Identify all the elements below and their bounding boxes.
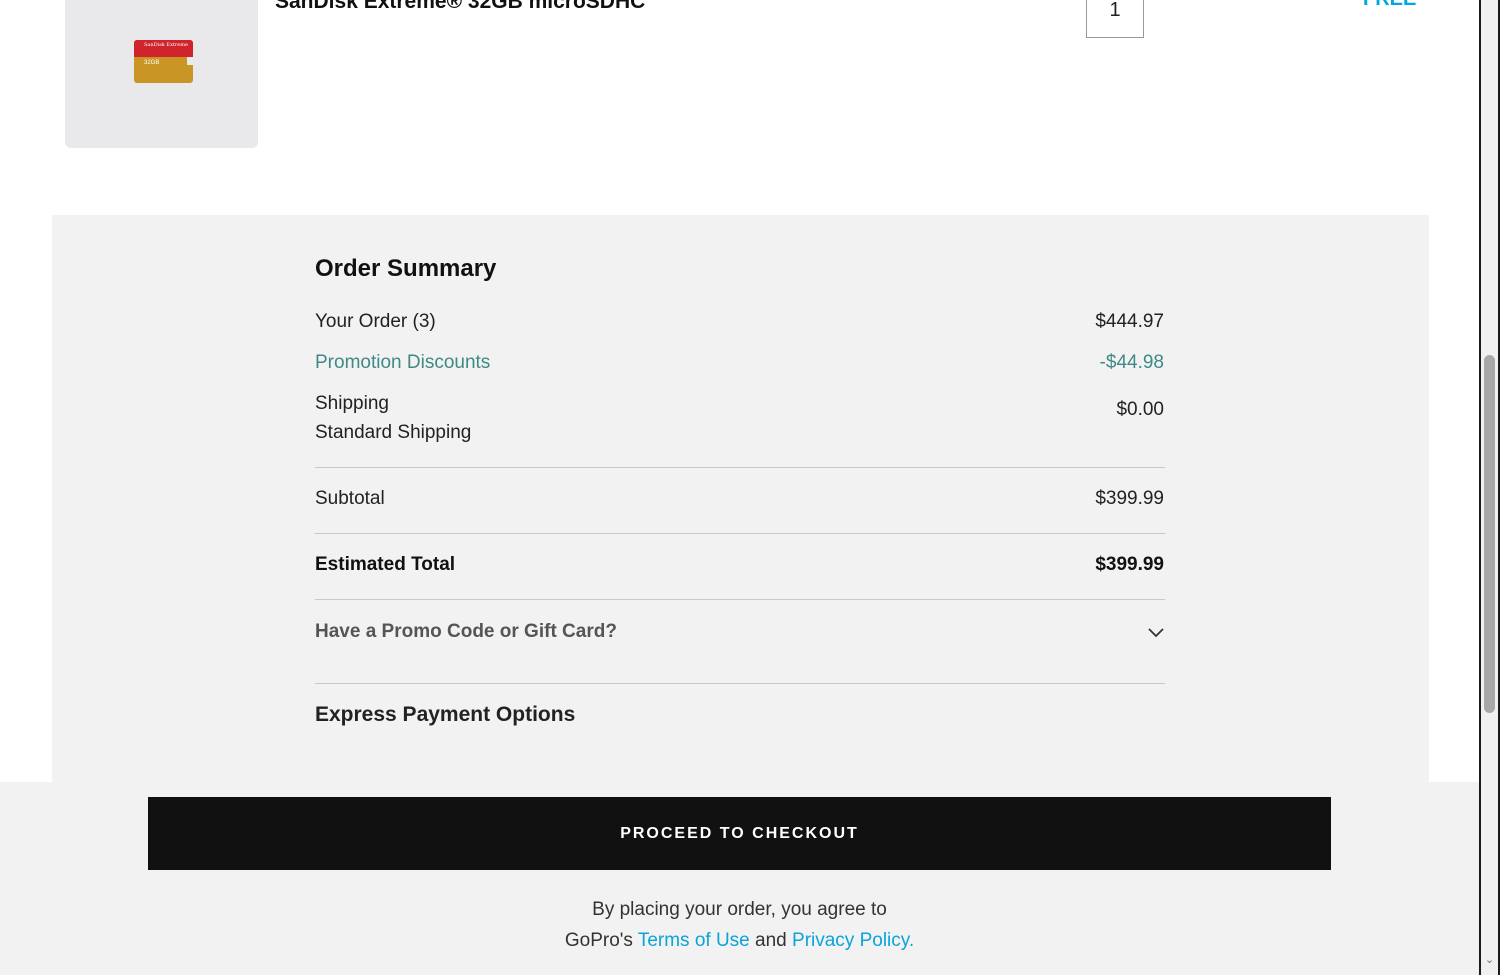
shipping-method: Standard Shipping xyxy=(315,422,472,443)
shipping-label: Shipping xyxy=(315,393,389,414)
product-image[interactable]: SanDisk Extreme 32GB xyxy=(65,0,258,148)
subtotal-value: $399.99 xyxy=(1095,488,1164,509)
estimated-total-value: $399.99 xyxy=(1095,554,1164,575)
promotion-discounts-label[interactable]: Promotion Discounts xyxy=(315,352,490,374)
product-name[interactable]: SanDisk Extreme® 32GB microSDHC xyxy=(275,0,645,14)
scroll-down-arrow-icon[interactable]: ⌄ xyxy=(1484,953,1495,967)
divider xyxy=(315,599,1165,600)
order-summary-panel xyxy=(52,215,1429,782)
sd-card-brand: SanDisk Extreme xyxy=(144,42,188,48)
terms-of-use-link[interactable]: Terms of Use xyxy=(638,930,750,951)
sd-card-capacity: 32GB xyxy=(144,60,160,66)
quantity-field[interactable]: 1 xyxy=(1086,0,1144,38)
chevron-down-icon xyxy=(1148,628,1164,638)
your-order-value: $444.97 xyxy=(1095,311,1164,332)
your-order-label: Your Order (3) xyxy=(315,311,436,332)
divider xyxy=(315,533,1165,534)
product-price: FREE xyxy=(1363,0,1416,11)
promotion-discounts-value: -$44.98 xyxy=(1099,352,1164,373)
page-scrollbar[interactable]: ⌄ xyxy=(1479,0,1500,975)
promo-code-toggle-label: Have a Promo Code or Gift Card? xyxy=(315,621,617,642)
privacy-policy-link[interactable]: Privacy Policy xyxy=(792,930,909,951)
divider xyxy=(315,467,1165,468)
divider xyxy=(315,683,1165,684)
sd-card-image: SanDisk Extreme 32GB xyxy=(134,40,193,83)
shipping-value: $0.00 xyxy=(1116,399,1164,420)
proceed-to-checkout-button[interactable]: PROCEED TO CHECKOUT xyxy=(148,797,1331,870)
express-payment-title: Express Payment Options xyxy=(315,703,576,726)
promo-code-toggle[interactable]: Have a Promo Code or Gift Card? xyxy=(315,601,1165,661)
estimated-total-label: Estimated Total xyxy=(315,554,456,575)
legal-line-1: By placing your order, you agree to xyxy=(592,899,887,920)
legal-prefix: GoPro's xyxy=(564,930,638,951)
scrollbar-thumb[interactable] xyxy=(1484,355,1495,713)
subtotal-label: Subtotal xyxy=(315,488,385,509)
legal-and: and xyxy=(749,930,793,951)
order-summary-title: Order Summary xyxy=(315,255,497,282)
legal-line-2: GoPro's Terms of Use and Privacy Policy. xyxy=(0,930,1479,952)
legal-suffix: . xyxy=(908,930,915,951)
